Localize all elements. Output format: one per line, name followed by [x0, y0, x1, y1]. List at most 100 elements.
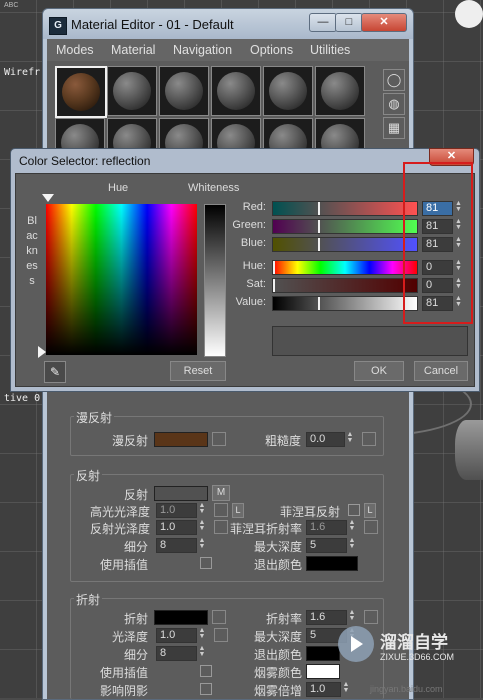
- refr-use-interp-checkbox[interactable]: [200, 665, 212, 677]
- material-slot[interactable]: [107, 66, 157, 116]
- affect-shadows-label: 影响阴影: [99, 684, 148, 698]
- maximize-button[interactable]: □: [335, 13, 363, 32]
- backlight-icon[interactable]: ◍: [383, 93, 405, 115]
- value-slider-marker[interactable]: [318, 297, 320, 310]
- play-icon: [351, 636, 363, 652]
- red-slider[interactable]: [272, 201, 418, 216]
- hilight-gloss-spinner[interactable]: ▲ ▼: [198, 502, 206, 516]
- fog-mult-spinner[interactable]: ▲ ▼: [342, 681, 350, 695]
- affect-shadows-checkbox[interactable]: [200, 683, 212, 695]
- cancel-button[interactable]: Cancel: [414, 361, 468, 381]
- roughness-field[interactable]: 0.0: [306, 432, 345, 447]
- refl-use-interp-checkbox[interactable]: [200, 557, 212, 569]
- refract-color-swatch[interactable]: [154, 610, 208, 625]
- diffuse-group-title: 漫反射: [74, 409, 115, 426]
- refl-gloss-spinner[interactable]: ▲ ▼: [198, 519, 206, 533]
- color-preview-swatch: [272, 326, 468, 356]
- hue-blackness-picker[interactable]: [46, 204, 197, 355]
- material-editor-titlebar[interactable]: G Material Editor - 01 - Default — □ ✕: [43, 9, 413, 39]
- material-slot[interactable]: [263, 66, 313, 116]
- refr-gloss-map-button[interactable]: [214, 628, 228, 642]
- material-sphere: [62, 73, 100, 111]
- fog-color-swatch[interactable]: [306, 664, 340, 679]
- blue-slider[interactable]: [272, 237, 418, 252]
- menu-navigation[interactable]: Navigation: [173, 43, 232, 57]
- sat-slider[interactable]: [272, 278, 418, 293]
- diffuse-color-swatch[interactable]: [154, 432, 208, 447]
- roughness-spinner[interactable]: ▲ ▼: [346, 431, 354, 445]
- red-slider-marker[interactable]: [318, 202, 320, 215]
- refr-gloss-spinner[interactable]: ▲ ▼: [198, 627, 206, 641]
- close-button[interactable]: ✕: [361, 13, 407, 32]
- viewport-active-label[interactable]: tive 0: [4, 393, 40, 404]
- green-slider-marker[interactable]: [318, 220, 320, 233]
- viewport-abc-label: ABC: [4, 2, 19, 9]
- fresnel-lock-button[interactable]: L: [364, 503, 376, 518]
- refl-max-depth-spinner[interactable]: ▲ ▼: [348, 537, 356, 551]
- fresnel-ior-field[interactable]: 1.6: [306, 520, 347, 535]
- fresnel-ior-map-button[interactable]: [364, 520, 378, 534]
- menu-options[interactable]: Options: [250, 43, 293, 57]
- refl-use-interp-label: 使用插值: [99, 558, 148, 572]
- refr-subdivs-field[interactable]: 8: [156, 646, 197, 661]
- refl-gloss-field[interactable]: 1.0: [156, 520, 197, 535]
- refr-gloss-field[interactable]: 1.0: [156, 628, 197, 643]
- refr-subdivs-spinner[interactable]: ▲ ▼: [198, 645, 206, 659]
- material-slot[interactable]: [211, 66, 261, 116]
- green-slider[interactable]: [272, 219, 418, 234]
- color-selector-title: Color Selector: reflection: [19, 154, 151, 168]
- blue-slider-marker[interactable]: [318, 238, 320, 251]
- hilight-lock-button[interactable]: L: [232, 503, 244, 518]
- material-slot[interactable]: [159, 66, 209, 116]
- reflect-color-swatch[interactable]: [154, 486, 208, 501]
- menu-material[interactable]: Material: [111, 43, 155, 57]
- hue-section-label: Hue: [108, 182, 129, 194]
- eyedropper-icon[interactable]: ✎: [44, 361, 66, 383]
- blackness-pointer-icon[interactable]: [38, 346, 46, 358]
- reset-button[interactable]: Reset: [170, 361, 226, 381]
- roughness-label: 粗糙度: [264, 434, 301, 448]
- blue-label: Blue:: [240, 237, 266, 249]
- ior-map-button[interactable]: [364, 610, 378, 624]
- sat-slider-marker[interactable]: [273, 279, 275, 292]
- ior-field[interactable]: 1.6: [306, 610, 347, 625]
- hue-slider[interactable]: [272, 260, 418, 275]
- ior-spinner[interactable]: ▲ ▼: [348, 609, 356, 623]
- material-editor-title: Material Editor - 01 - Default: [71, 17, 234, 32]
- refr-gloss-label: 光泽度: [111, 630, 148, 644]
- refract-map-button[interactable]: [212, 610, 226, 624]
- ok-button[interactable]: OK: [354, 361, 404, 381]
- viewport-label[interactable]: Wirefr: [4, 67, 40, 78]
- minimize-button[interactable]: —: [309, 13, 337, 32]
- refl-exit-color-swatch[interactable]: [306, 556, 358, 571]
- whiteness-label: Whiteness: [188, 182, 240, 194]
- refl-gloss-label: 反射光泽度: [89, 522, 150, 536]
- menu-modes[interactable]: Modes: [56, 43, 94, 57]
- fog-mult-field[interactable]: 1.0: [306, 682, 341, 697]
- hue-pointer-icon[interactable]: [42, 194, 54, 202]
- sample-type-icon[interactable]: ◯: [383, 69, 405, 91]
- watermark-url: ZIXUE.3D66.COM: [380, 652, 455, 662]
- value-slider[interactable]: [272, 296, 418, 311]
- refr-exit-color-swatch[interactable]: [306, 646, 340, 661]
- hilight-gloss-field[interactable]: 1.0: [156, 503, 197, 518]
- refl-max-depth-field[interactable]: 5: [306, 538, 347, 553]
- watermark-title: 溜溜自学: [380, 633, 448, 652]
- background-checker-icon[interactable]: ▦: [383, 117, 405, 139]
- refl-subdivs-spinner[interactable]: ▲ ▼: [198, 537, 206, 551]
- material-slot[interactable]: [315, 66, 365, 116]
- green-label: Green:: [232, 219, 266, 231]
- app-icon: G: [49, 17, 67, 35]
- fresnel-checkbox[interactable]: [348, 504, 360, 516]
- hilight-gloss-label: 高光光泽度: [89, 505, 150, 519]
- fresnel-ior-spinner[interactable]: ▲ ▼: [348, 519, 356, 533]
- reflect-map-button[interactable]: M: [212, 485, 230, 501]
- refl-subdivs-field[interactable]: 8: [156, 538, 197, 553]
- menu-utilities[interactable]: Utilities: [310, 43, 350, 57]
- hilight-gloss-map-button[interactable]: [214, 503, 228, 517]
- roughness-map-button[interactable]: [362, 432, 376, 446]
- material-slot[interactable]: [55, 66, 107, 118]
- hue-slider-marker[interactable]: [273, 261, 275, 274]
- diffuse-map-button[interactable]: [212, 432, 226, 446]
- reflection-group-title: 反射: [74, 467, 103, 484]
